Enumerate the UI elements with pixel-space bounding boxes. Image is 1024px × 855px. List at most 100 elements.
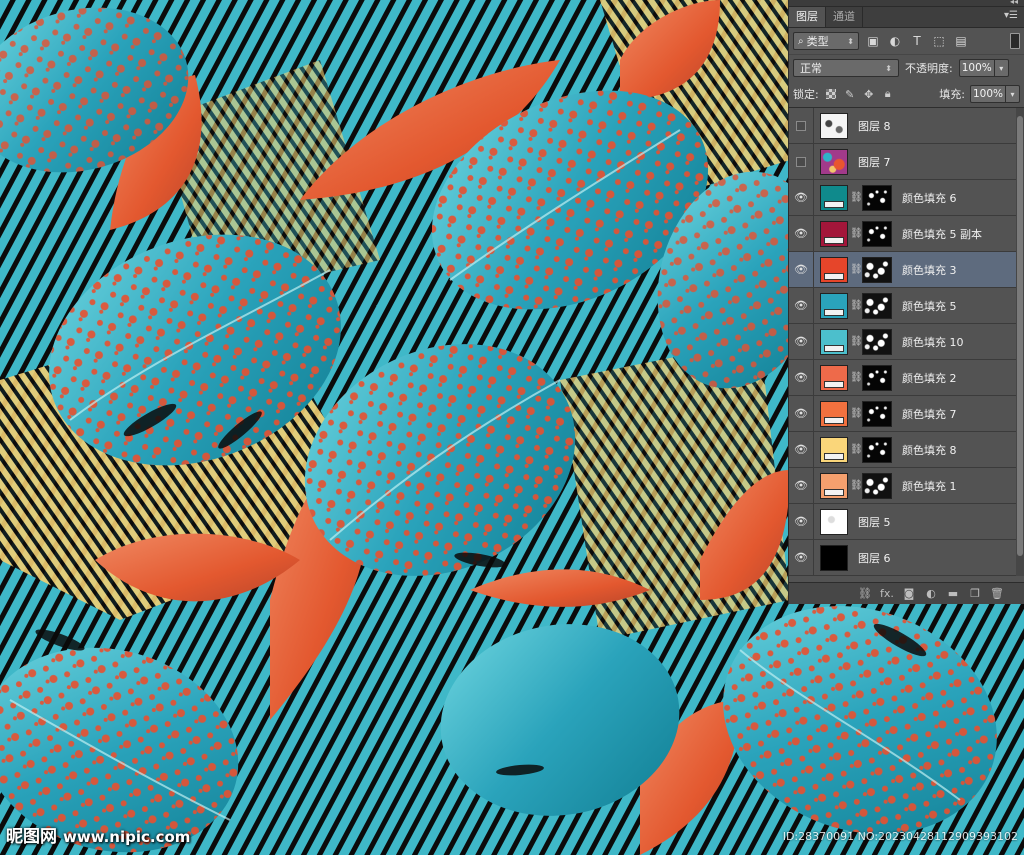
link-layers-icon[interactable]: ⛓: [858, 587, 872, 600]
layer-mask-thumbnail[interactable]: [862, 436, 892, 463]
visibility-eye-icon[interactable]: 👁︎: [789, 503, 814, 540]
lock-pixels-brush-icon[interactable]: ✎: [843, 87, 857, 101]
visibility-eye-icon[interactable]: 👁︎: [789, 179, 814, 216]
opacity-input[interactable]: 100%: [958, 59, 995, 77]
layer-row[interactable]: 👁︎ ⛓ 颜色填充 8: [789, 431, 1024, 468]
visibility-eye-icon[interactable]: 👁︎: [789, 215, 814, 252]
layer-list-scrollbar[interactable]: [1016, 108, 1024, 576]
layer-thumbnail[interactable]: [820, 112, 848, 139]
visibility-eye-icon[interactable]: 👁︎: [789, 395, 814, 432]
layer-name[interactable]: 颜色填充 6: [902, 190, 957, 206]
layer-row[interactable]: 图层 8: [789, 108, 1024, 144]
layer-name[interactable]: 颜色填充 3: [902, 262, 957, 278]
layer-row[interactable]: 👁︎ ⛓ 颜色填充 2: [789, 359, 1024, 396]
layer-row[interactable]: 👁︎ ⛓ 颜色填充 5: [789, 287, 1024, 324]
fx-icon[interactable]: fx.: [880, 587, 894, 600]
layer-name[interactable]: 颜色填充 5: [902, 298, 957, 314]
layer-list[interactable]: 图层 8 图层 7 👁︎ ⛓ 颜色填充 6 👁︎ ⛓ 颜色填充 5 副本 👁︎ ⛓ 颜色填充 3 👁︎…: [789, 108, 1024, 576]
type-filter-icon[interactable]: T: [909, 33, 925, 49]
lock-transparency-icon[interactable]: [824, 87, 838, 101]
layer-thumbnail[interactable]: [820, 148, 848, 175]
tab-channels[interactable]: 通道: [826, 7, 863, 27]
blend-mode-select[interactable]: 正常 ⬍: [793, 59, 899, 77]
scrollbar-thumb[interactable]: [1017, 116, 1023, 556]
pixel-filter-icon[interactable]: ▣: [865, 33, 881, 49]
layer-mask-thumbnail[interactable]: [862, 184, 892, 211]
filter-toggle-switch[interactable]: [1010, 33, 1020, 49]
fill-input[interactable]: 100%: [970, 85, 1006, 103]
fill-color-thumbnail[interactable]: [820, 364, 848, 391]
panel-menu-icon[interactable]: ▾☰: [1004, 10, 1018, 21]
adjustment-layer-icon[interactable]: ◐: [924, 587, 938, 600]
layer-mask-thumbnail[interactable]: [862, 328, 892, 355]
layer-row[interactable]: 👁︎ ⛓ 颜色填充 5 副本: [789, 215, 1024, 252]
layer-thumbnail[interactable]: [820, 544, 848, 571]
mask-link-icon[interactable]: ⛓: [850, 300, 863, 311]
layer-row[interactable]: 👁︎ 图层 6: [789, 539, 1024, 576]
visibility-eye-icon[interactable]: 👁︎: [789, 251, 814, 288]
tab-layers[interactable]: 图层: [789, 7, 826, 27]
layer-row[interactable]: 👁︎ ⛓ 颜色填充 7: [789, 395, 1024, 432]
adjustment-filter-icon[interactable]: ◐: [887, 33, 903, 49]
visibility-eye-icon[interactable]: 👁︎: [789, 359, 814, 396]
lock-position-move-icon[interactable]: ✥: [862, 87, 876, 101]
layer-row[interactable]: 👁︎ 图层 5: [789, 503, 1024, 540]
new-layer-icon[interactable]: ❐: [968, 587, 982, 600]
new-group-icon[interactable]: ▬: [946, 587, 960, 600]
opacity-dropdown-icon[interactable]: ▾: [994, 59, 1009, 77]
mask-link-icon[interactable]: ⛓: [850, 408, 863, 419]
fill-color-thumbnail[interactable]: [820, 256, 848, 283]
layer-name[interactable]: 图层 6: [858, 550, 891, 566]
layer-mask-thumbnail[interactable]: [862, 472, 892, 499]
mask-link-icon[interactable]: ⛓: [850, 480, 863, 491]
fill-color-thumbnail[interactable]: [820, 328, 848, 355]
layer-name[interactable]: 颜色填充 7: [902, 406, 957, 422]
collapse-panel-icon[interactable]: ◂◂: [1010, 0, 1018, 6]
visibility-eye-icon[interactable]: 👁︎: [789, 323, 814, 360]
layer-name[interactable]: 颜色填充 1: [902, 478, 957, 494]
layer-name[interactable]: 图层 7: [858, 154, 891, 170]
layer-row[interactable]: 👁︎ ⛓ 颜色填充 3: [789, 251, 1024, 288]
layer-row[interactable]: 👁︎ ⛓ 颜色填充 6: [789, 179, 1024, 216]
fill-color-thumbnail[interactable]: [820, 400, 848, 427]
mask-link-icon[interactable]: ⛓: [850, 444, 863, 455]
smart-object-filter-icon[interactable]: ▤: [953, 33, 969, 49]
shape-filter-icon[interactable]: ⬚: [931, 33, 947, 49]
layer-name[interactable]: 颜色填充 8: [902, 442, 957, 458]
fill-color-thumbnail[interactable]: [820, 436, 848, 463]
mask-link-icon[interactable]: ⛓: [850, 372, 863, 383]
visibility-eye-icon[interactable]: 👁︎: [789, 287, 814, 324]
delete-layer-icon[interactable]: 🗑︎: [990, 587, 1004, 600]
lock-all-icon[interactable]: 🔒︎: [881, 87, 895, 101]
mask-link-icon[interactable]: ⛓: [850, 264, 863, 275]
visibility-eye-icon[interactable]: 👁︎: [789, 539, 814, 576]
visibility-eye-icon[interactable]: 👁︎: [789, 467, 814, 504]
visibility-hidden-checkbox[interactable]: [789, 143, 814, 180]
layer-mask-thumbnail[interactable]: [862, 220, 892, 247]
mask-link-icon[interactable]: ⛓: [850, 192, 863, 203]
fill-color-thumbnail[interactable]: [820, 220, 848, 247]
add-mask-icon[interactable]: ◙: [902, 587, 916, 600]
layer-name[interactable]: 图层 8: [858, 118, 891, 134]
layer-mask-thumbnail[interactable]: [862, 292, 892, 319]
layer-thumbnail[interactable]: [820, 508, 848, 535]
layer-mask-thumbnail[interactable]: [862, 400, 892, 427]
layer-mask-thumbnail[interactable]: [862, 256, 892, 283]
visibility-eye-icon[interactable]: 👁︎: [789, 431, 814, 468]
layer-name[interactable]: 图层 5: [858, 514, 891, 530]
layer-name[interactable]: 颜色填充 2: [902, 370, 957, 386]
layer-row[interactable]: 👁︎ ⛓ 颜色填充 10: [789, 323, 1024, 360]
layer-name[interactable]: 颜色填充 5 副本: [902, 226, 982, 242]
layer-name[interactable]: 颜色填充 10: [902, 334, 964, 350]
fill-color-thumbnail[interactable]: [820, 292, 848, 319]
layer-row[interactable]: 👁︎ ⛓ 颜色填充 1: [789, 467, 1024, 504]
mask-link-icon[interactable]: ⛓: [850, 336, 863, 347]
layer-row[interactable]: 图层 7: [789, 143, 1024, 180]
filter-kind-select[interactable]: ⌕ 类型 ⬍: [793, 32, 859, 50]
layer-mask-thumbnail[interactable]: [862, 364, 892, 391]
fill-color-thumbnail[interactable]: [820, 184, 848, 211]
fill-color-thumbnail[interactable]: [820, 472, 848, 499]
mask-link-icon[interactable]: ⛓: [850, 228, 863, 239]
visibility-hidden-checkbox[interactable]: [789, 108, 814, 144]
fill-dropdown-icon[interactable]: ▾: [1006, 85, 1020, 103]
